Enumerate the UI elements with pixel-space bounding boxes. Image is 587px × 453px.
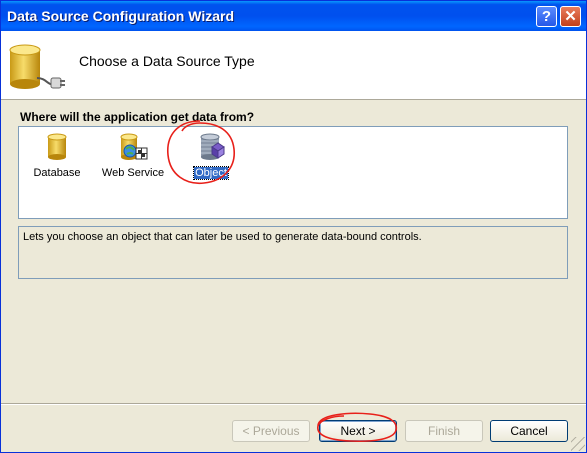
source-item-web-service[interactable]: Web Service (98, 131, 168, 181)
help-button[interactable]: ? (536, 6, 557, 27)
source-label: Database (33, 167, 81, 179)
window-title: Data Source Configuration Wizard (7, 8, 235, 24)
next-button[interactable]: Next > (319, 420, 397, 442)
object-icon (200, 133, 225, 160)
close-icon: ✕ (564, 8, 577, 25)
help-icon: ? (541, 8, 552, 25)
description-text: Lets you choose an object that can later… (23, 231, 422, 243)
data-source-list[interactable]: Database Web Service Object (18, 126, 568, 219)
close-button[interactable]: ✕ (560, 6, 581, 27)
database-icon (47, 133, 67, 160)
web-service-icon (120, 133, 148, 160)
database-plug-icon (9, 44, 65, 89)
description-box: Lets you choose an object that can later… (18, 226, 568, 279)
page-title: Choose a Data Source Type (79, 53, 255, 69)
source-question-label: Where will the application get data from… (20, 110, 255, 124)
source-item-database[interactable]: Database (22, 131, 92, 181)
finish-button[interactable]: Finish (405, 420, 483, 442)
wizard-window: Data Source Configuration Wizard ? ✕ Cho… (0, 0, 587, 453)
source-label: Web Service (101, 167, 165, 179)
resize-grip[interactable] (571, 437, 585, 451)
source-label: Object (193, 166, 229, 180)
wizard-header: Choose a Data Source Type (1, 31, 586, 100)
title-bar[interactable]: Data Source Configuration Wizard ? ✕ (1, 1, 586, 31)
source-item-object[interactable]: Object (176, 131, 246, 181)
previous-button[interactable]: < Previous (232, 420, 310, 442)
cancel-button[interactable]: Cancel (490, 420, 568, 442)
button-divider (1, 403, 586, 405)
